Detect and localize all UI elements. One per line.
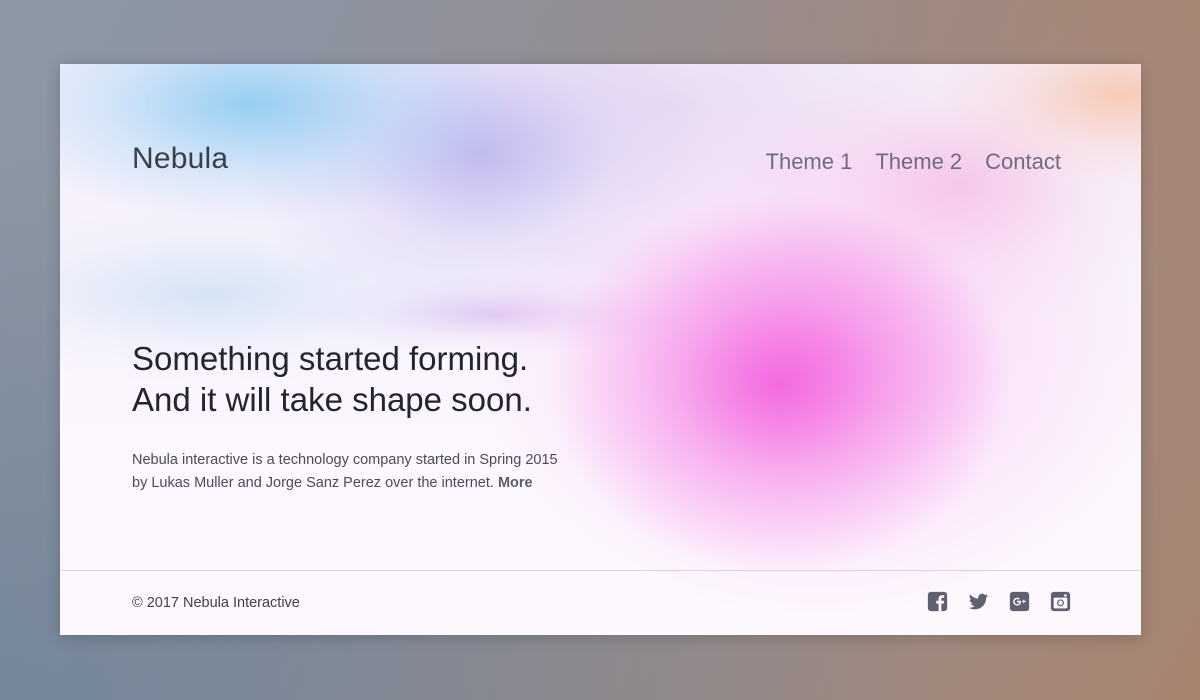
nav-item-theme-1[interactable]: Theme 1: [766, 149, 853, 175]
brand-logo[interactable]: Nebula: [132, 142, 228, 176]
main-nav: Theme 1 Theme 2 Contact: [766, 149, 1061, 175]
instagram-icon[interactable]: [1050, 591, 1071, 612]
headline-line-1: Something started forming.: [132, 340, 529, 377]
social-links: [927, 591, 1071, 612]
nav-item-contact[interactable]: Contact: [985, 149, 1061, 175]
copyright-text: © 2017 Nebula Interactive: [132, 595, 300, 611]
intro-text: Nebula interactive is a technology compa…: [132, 452, 558, 491]
intro-paragraph: Nebula interactive is a technology compa…: [132, 449, 572, 495]
google-plus-icon[interactable]: [1009, 591, 1030, 612]
footer-divider: [60, 570, 1141, 571]
website-preview: Nebula Theme 1 Theme 2 Contact Something…: [60, 64, 1141, 635]
headline-line-2: And it will take shape soon.: [132, 381, 532, 418]
nav-item-theme-2[interactable]: Theme 2: [875, 149, 962, 175]
hero-headline: Something started forming. And it will t…: [132, 338, 652, 420]
more-link[interactable]: More: [498, 475, 533, 491]
twitter-icon[interactable]: [968, 591, 989, 612]
facebook-icon[interactable]: [927, 591, 948, 612]
